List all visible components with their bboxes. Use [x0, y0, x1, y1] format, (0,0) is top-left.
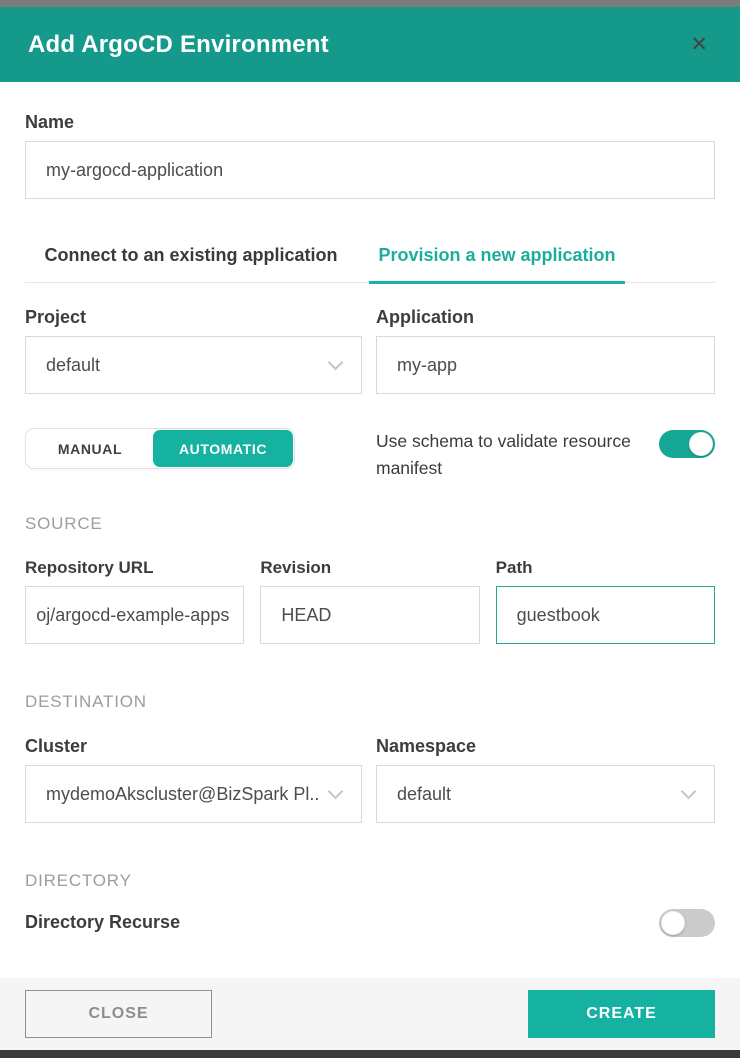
path-field: Path [496, 558, 715, 644]
modal-footer: CLOSE CREATE [0, 978, 740, 1050]
source-fields-row: Repository URL Revision Path [25, 558, 715, 644]
project-selected-value: default [46, 355, 100, 376]
name-label: Name [25, 112, 715, 133]
project-select[interactable]: default [25, 336, 362, 394]
path-input[interactable] [496, 586, 715, 644]
directory-recurse-row: Directory Recurse [25, 907, 715, 937]
schema-validate-toggle[interactable] [659, 430, 715, 458]
application-field: Application [376, 307, 715, 394]
cluster-label: Cluster [25, 736, 362, 757]
project-field: Project default [25, 307, 362, 394]
schema-toggle-label: Use schema to validate resource manifest [376, 428, 648, 482]
chevron-down-icon [681, 783, 697, 799]
namespace-selected-value: default [397, 784, 451, 805]
directory-recurse-toggle[interactable] [659, 909, 715, 937]
application-label: Application [376, 307, 715, 328]
modal-title: Add ArgoCD Environment [28, 31, 329, 59]
schema-toggle-field: Use schema to validate resource manifest [376, 428, 715, 482]
repository-url-label: Repository URL [25, 558, 244, 578]
close-icon[interactable]: ✕ [686, 30, 712, 59]
modal-body: Name Connect to an existing application … [0, 82, 740, 978]
destination-fields-row: Cluster mydemoAkscluster@BizSpark Pl... … [25, 736, 715, 823]
project-application-row: Project default Application [25, 307, 715, 394]
chevron-down-icon [328, 354, 344, 370]
modal-header: Add ArgoCD Environment ✕ [0, 7, 740, 82]
cluster-selected-value: mydemoAkscluster@BizSpark Pl... [46, 784, 320, 805]
top-strip [0, 0, 740, 7]
name-input[interactable] [25, 141, 715, 199]
sync-policy-segmented-control: MANUAL AUTOMATIC [25, 428, 295, 469]
project-label: Project [25, 307, 362, 328]
tabs: Connect to an existing application Provi… [25, 245, 715, 283]
repository-url-field: Repository URL [25, 558, 244, 644]
toggle-knob [689, 432, 713, 456]
bottom-bar [0, 1050, 740, 1058]
namespace-field: Namespace default [376, 736, 715, 823]
directory-section-heading: DIRECTORY [25, 871, 715, 891]
cluster-field: Cluster mydemoAkscluster@BizSpark Pl... [25, 736, 362, 823]
tab-connect-existing-application[interactable]: Connect to an existing application [25, 245, 357, 282]
directory-recurse-label: Directory Recurse [25, 912, 180, 933]
cluster-select[interactable]: mydemoAkscluster@BizSpark Pl... [25, 765, 362, 823]
close-button[interactable]: CLOSE [25, 990, 212, 1038]
repository-url-input[interactable] [25, 586, 244, 644]
revision-field: Revision [260, 558, 479, 644]
application-input[interactable] [376, 336, 715, 394]
destination-section-heading: DESTINATION [25, 692, 715, 712]
revision-input[interactable] [260, 586, 479, 644]
toggle-knob [661, 911, 685, 935]
tab-provision-new-application[interactable]: Provision a new application [369, 245, 625, 284]
source-section-heading: SOURCE [25, 514, 715, 534]
add-argocd-environment-modal: Add ArgoCD Environment ✕ Name Connect to… [0, 0, 740, 1058]
sync-policy-field: MANUAL AUTOMATIC [25, 428, 362, 469]
namespace-label: Namespace [376, 736, 715, 757]
name-field: Name [25, 112, 715, 199]
chevron-down-icon [328, 783, 344, 799]
create-button[interactable]: CREATE [528, 990, 715, 1038]
namespace-select[interactable]: default [376, 765, 715, 823]
automatic-button[interactable]: AUTOMATIC [153, 430, 293, 467]
path-label: Path [496, 558, 715, 578]
manual-button[interactable]: MANUAL [27, 430, 153, 467]
sync-policy-row: MANUAL AUTOMATIC Use schema to validate … [25, 428, 715, 482]
revision-label: Revision [260, 558, 479, 578]
